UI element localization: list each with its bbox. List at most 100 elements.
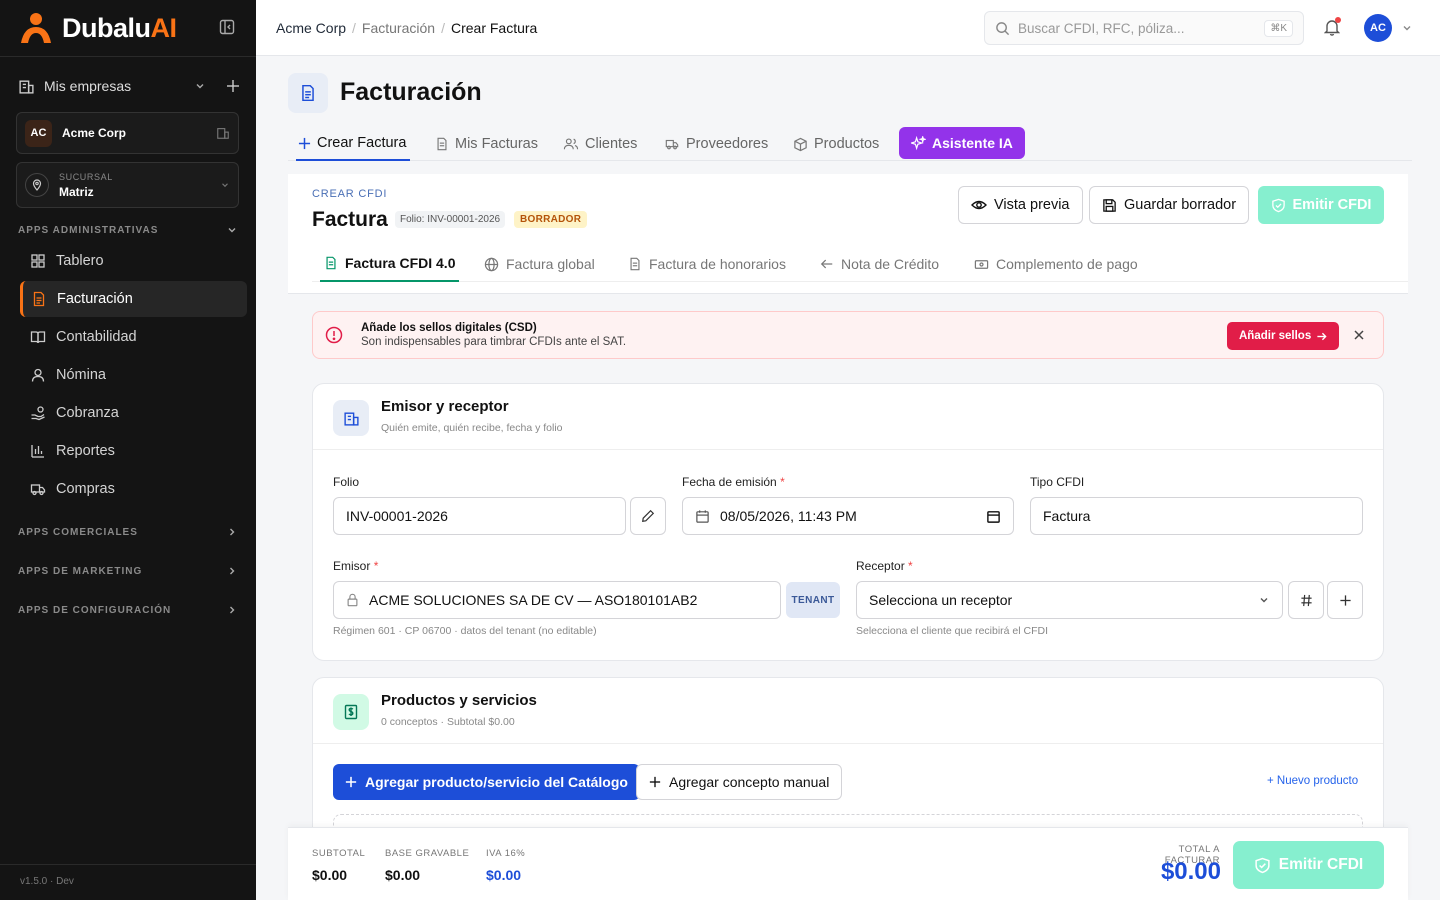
sidebar-item-label: Cobranza [56,405,119,421]
add-manual-concept-button[interactable]: Agregar concepto manual [636,764,843,800]
search-icon [996,21,1010,35]
sidebar-item-label: Compras [56,481,115,497]
section-apps-marketing[interactable]: APPS DE MARKETING [18,565,238,577]
tab-mis-facturas[interactable]: Mis Facturas [435,127,538,161]
receptor-select[interactable]: Selecciona un receptor [856,581,1283,619]
new-product-link[interactable]: + Nuevo producto [1267,775,1358,787]
notification-dot [1335,17,1341,23]
sidebar-divider [0,56,256,57]
sparkles-icon [911,135,926,150]
sidebar-item-label: Contabilidad [56,329,137,345]
add-receptor-button[interactable] [1327,581,1363,619]
company-avatar: AC [25,119,52,147]
tenant-badge: TENANT [786,582,840,618]
sidebar-item-contabilidad[interactable]: Contabilidad [20,319,247,355]
tab-label: Mis Facturas [455,136,538,152]
save-icon [1103,198,1116,212]
emisor-field: ACME SOLUCIONES SA DE CV — ASO180101AB2 [333,581,781,619]
emit-cfdi-footer-button[interactable]: Emitir CFDI [1233,841,1384,889]
users-icon [563,138,579,150]
tab-crear-factura[interactable]: Crear Factura [296,127,411,161]
plus-icon [345,776,357,788]
document-icon [326,256,336,270]
user-avatar[interactable]: AC [1364,14,1392,42]
app-version: v1.5.0 · Dev [20,876,74,887]
sidebar-item-compras[interactable]: Compras [20,471,247,507]
sucursal-selector[interactable]: SUCURSAL Matriz [16,162,239,208]
global-search[interactable]: Buscar CFDI, RFC, póliza... ⌘K [984,11,1304,45]
receptor-hash-button[interactable] [1288,581,1324,619]
breadcrumb-current: Crear Factura [450,20,538,36]
search-input[interactable]: Buscar CFDI, RFC, póliza... [1018,21,1185,36]
collapse-sidebar-icon[interactable] [219,19,235,35]
breadcrumb-item[interactable]: Acme Corp [276,20,346,36]
tab-factura-cfdi[interactable]: Factura CFDI 4.0 [320,246,460,282]
sucursal-value: Matriz [59,184,94,199]
fecha-emision-field[interactable]: 08/05/2026, 11:43 PM [682,497,1014,535]
section-apps-comerciales[interactable]: APPS COMERCIALES [18,526,238,538]
tipo-cfdi-value: Factura [1043,508,1091,524]
brand-logo[interactable]: DubaluAI [18,10,238,46]
tab-label: Clientes [585,136,638,152]
calendar-picker-icon[interactable] [986,509,1001,524]
tipo-cfdi-field[interactable]: Factura [1030,497,1363,535]
invoice-header: CREAR CFDI Factura Folio: INV-00001-2026… [288,174,1408,294]
page-title: Facturación [340,78,482,106]
invoice-title: Factura [312,208,388,231]
grid-icon [31,254,45,268]
add-from-catalog-button[interactable]: Agregar producto/servicio del Catálogo [333,764,640,800]
sidebar-item-tablero[interactable]: Tablero [20,243,247,279]
sidebar-item-facturacion[interactable]: Facturación [20,281,247,317]
company-name: Acme Corp [62,126,127,140]
sidebar-item-reportes[interactable]: Reportes [20,433,247,469]
emit-cfdi-button[interactable]: Emitir CFDI [1258,186,1384,224]
tab-clientes[interactable]: Clientes [563,127,637,161]
section-label: APPS ADMINISTRATIVAS [18,224,159,236]
chevron-down-icon[interactable] [1401,22,1413,34]
lock-icon [347,593,358,607]
section-apps-administrativas[interactable]: APPS ADMINISTRATIVAS [18,224,238,236]
folio-field[interactable]: INV-00001-2026 [333,497,626,535]
document-icon [33,291,45,307]
sucursal-label: SUCURSAL [59,171,113,182]
tab-asistente-ia[interactable]: Asistente IA [899,127,1025,159]
emit-label: Emitir CFDI [1292,197,1372,213]
edit-folio-button[interactable] [630,497,666,535]
chevron-down-icon [222,183,228,188]
sidebar-item-cobranza[interactable]: Cobranza [20,395,247,431]
iva-label: IVA 16% [486,848,526,859]
plus-icon[interactable] [226,79,240,93]
tab-proveedores[interactable]: Proveedores [664,127,768,161]
calendar-icon [696,509,709,523]
section-label: APPS COMERCIALES [18,526,138,538]
save-draft-button[interactable]: Guardar borrador [1089,186,1250,224]
chevron-down-icon [228,228,236,233]
breadcrumb-separator: / [352,20,356,36]
tab-productos[interactable]: Productos [793,127,879,161]
folio-label: Folio [333,475,360,489]
tab-factura-global[interactable]: Factura global [484,246,595,282]
preview-label: Vista previa [994,197,1070,213]
folio-value: INV-00001-2026 [346,508,448,524]
card-title: Productos y servicios [381,692,537,709]
section-apps-configuracion[interactable]: APPS DE CONFIGURACIÓN [18,604,238,616]
preview-button[interactable]: Vista previa [958,186,1083,224]
company-selector[interactable]: AC Acme Corp [16,112,239,154]
mis-empresas-row[interactable]: Mis empresas [18,76,240,96]
notifications-bell-icon[interactable] [1324,17,1341,36]
building-icon [333,400,369,436]
emisor-label: Emisor * [333,559,379,573]
tab-nota-credito[interactable]: Nota de Crédito [820,246,939,282]
tab-complemento-pago[interactable]: Complemento de pago [974,246,1138,282]
book-icon [30,331,46,344]
tab-factura-honorarios[interactable]: Factura de honorarios [628,246,786,282]
add-seals-button[interactable]: Añadir sellos [1227,322,1340,350]
brand-name: DubaluAI [62,12,177,43]
chevron-down-icon[interactable] [194,80,206,92]
sidebar-item-label: Tablero [56,253,104,269]
sidebar-item-nomina[interactable]: Nómina [20,357,247,393]
close-icon[interactable] [1352,328,1366,342]
hash-icon [1300,594,1312,606]
chevron-right-icon [230,528,235,536]
breadcrumb-item[interactable]: Facturación [362,20,435,36]
